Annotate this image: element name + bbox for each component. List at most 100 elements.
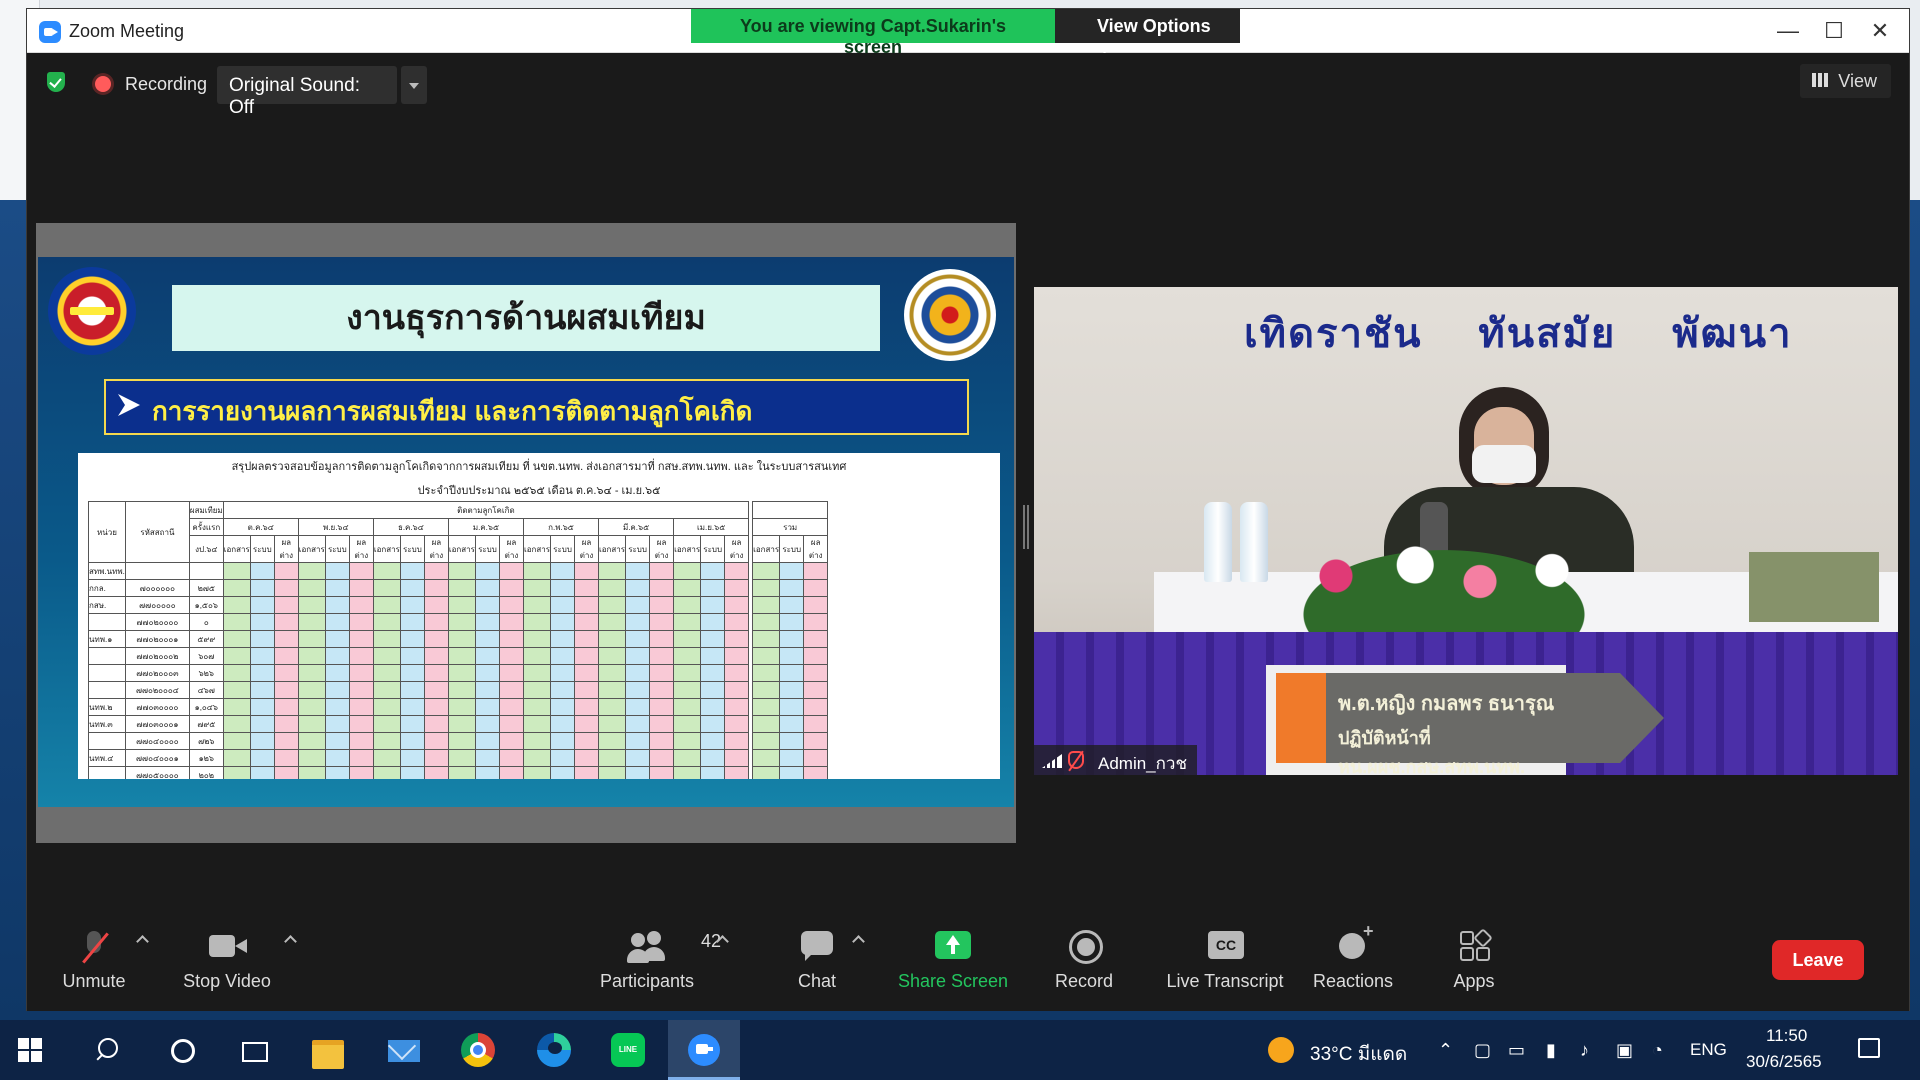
reactions-button[interactable]: Reactions [1303, 921, 1403, 1001]
battery-icon[interactable]: ▭ [1508, 1040, 1525, 1061]
table-cell-diff [803, 579, 829, 597]
record-button[interactable]: Record [1047, 929, 1121, 1001]
table-cell-diff [498, 579, 524, 597]
table-header-cell: ผลต่าง [724, 535, 750, 563]
table-cell-code: ๗๗๐๒๐๐๐๐ [124, 613, 190, 631]
table-cell-doc [522, 732, 552, 750]
chrome-icon[interactable] [458, 1030, 498, 1070]
table-header-cell: ระบบ [550, 535, 576, 563]
participants-button[interactable]: 42 Participants [591, 929, 721, 1001]
volume-icon[interactable]: ♪ [1580, 1040, 1589, 1061]
microphone-tray-icon[interactable]: ▮ [1546, 1040, 1556, 1061]
table-cell-sys [779, 698, 805, 716]
table-cell-sys [779, 749, 805, 767]
weather-text[interactable]: 33°C มีแดด [1310, 1039, 1407, 1069]
cortana-icon[interactable] [162, 1030, 202, 1070]
task-view-icon[interactable] [234, 1030, 274, 1070]
table-cell-doc [447, 562, 476, 580]
table-cell-sys [779, 596, 805, 614]
video-tile[interactable]: เทิดราชัน ทันสมัย พัฒนา พ.ต.หญิง กมลพร ธ… [1034, 287, 1898, 775]
audio-options-caret[interactable] [133, 929, 153, 949]
table-cell-doc [372, 579, 401, 597]
apps-button[interactable]: Apps [1439, 929, 1509, 1001]
minimize-button[interactable]: — [1765, 17, 1811, 45]
table-cell-unit: นทพ.๓ [88, 715, 126, 733]
table-cell-doc [522, 766, 552, 779]
water-bottle [1204, 502, 1232, 582]
table-header-cell: พ.ย.๖๔ [297, 518, 374, 536]
zoom-meeting-window: Zoom Meeting You are viewing Capt.Sukari… [26, 8, 1910, 1011]
live-transcript-button[interactable]: CC Live Transcript [1155, 929, 1295, 1001]
wifi-icon[interactable]: ◔ [1652, 1040, 1663, 1061]
input-language[interactable]: ENG [1690, 1040, 1727, 1060]
table-cell-diff [724, 596, 750, 614]
windows-start-icon[interactable] [18, 1038, 42, 1062]
mail-icon[interactable] [384, 1030, 424, 1070]
table-header-cell: ผลต่าง [649, 535, 675, 563]
record-icon [1064, 929, 1104, 965]
chat-button[interactable]: Chat [787, 929, 847, 1001]
table-cell-sys [700, 630, 726, 648]
zoom-taskbar-icon[interactable] [684, 1030, 724, 1070]
close-button[interactable]: ✕ [1857, 17, 1903, 45]
weather-sun-icon[interactable] [1268, 1037, 1294, 1063]
table-cell-doc [598, 596, 627, 614]
unmute-button[interactable]: Unmute [51, 929, 137, 1001]
table-row: กกล. ๗๐๐๐๐๐๐ ๒๗๕ [88, 579, 829, 597]
display-icon[interactable]: ▣ [1616, 1040, 1633, 1061]
table-cell-doc [522, 715, 552, 733]
table-cell-diff [423, 630, 449, 648]
clock-date[interactable]: 30/6/2565 [1746, 1052, 1822, 1072]
participants-options-caret[interactable] [713, 929, 733, 949]
file-explorer-icon[interactable] [308, 1030, 348, 1070]
table-cell-doc [522, 647, 552, 665]
table-cell-sys [324, 613, 350, 631]
tray-expand-icon[interactable]: ⌃ [1438, 1040, 1453, 1061]
name-sign: พ.ต.หญิง กมลพร ธนารุณ ปฏิบัติหน้าที่ หน.… [1266, 665, 1664, 775]
view-options-button[interactable]: View Options ⌄ [1055, 9, 1240, 57]
participants-icon: 42 [627, 929, 721, 965]
shared-screen[interactable]: งานธุรการด้านผสมเทียม การรายงานผลการผสมเ… [36, 223, 1016, 843]
table-cell-doc [673, 647, 702, 665]
table-cell-diff [498, 613, 524, 631]
table-header-cell: เอกสาร [752, 535, 781, 563]
maximize-button[interactable]: ☐ [1811, 17, 1857, 45]
original-sound-button[interactable]: Original Sound: Off [217, 66, 397, 118]
table-cell-sys [474, 579, 500, 597]
table-cell-diff [273, 664, 299, 682]
meeting-top-strip: Recording Original Sound: Off View [27, 54, 1909, 118]
video-camera-icon [207, 929, 247, 965]
live-transcript-label: Live Transcript [1166, 971, 1284, 991]
search-icon[interactable] [88, 1030, 128, 1070]
table-cell-diff [273, 562, 299, 580]
table-header-cell: ผลต่าง [423, 535, 449, 563]
chat-options-caret[interactable] [849, 929, 869, 949]
table-cell-doc [673, 630, 702, 648]
table-cell-sys [625, 732, 651, 750]
original-sound-dropdown[interactable] [401, 66, 427, 104]
stop-video-button[interactable]: Stop Video [177, 929, 277, 1001]
table-cell-first [188, 562, 224, 580]
recording-label[interactable]: Recording [125, 74, 207, 95]
leave-button[interactable]: Leave [1772, 940, 1864, 980]
table-cell-doc [598, 749, 627, 767]
table-cell-sys [249, 732, 275, 750]
meet-now-icon[interactable]: ▢ [1474, 1040, 1491, 1061]
clock-time[interactable]: 11:50 [1766, 1026, 1807, 1046]
share-screen-button[interactable]: Share Screen [893, 929, 1013, 1001]
table-cell-sys [324, 630, 350, 648]
table-cell-diff [498, 630, 524, 648]
view-button[interactable]: View [1800, 64, 1891, 98]
table-cell-diff [348, 715, 374, 733]
name-sign-arrow [1620, 673, 1664, 763]
table-cell-first: ๖๐๗ [188, 647, 224, 665]
split-divider-handle[interactable] [1023, 505, 1029, 549]
edge-icon[interactable] [534, 1030, 574, 1070]
line-app-icon[interactable] [608, 1030, 648, 1070]
encryption-shield-icon[interactable] [47, 72, 65, 92]
table-cell-first: ๐ [188, 613, 224, 631]
table-cell-diff [724, 749, 750, 767]
table-cell-doc [222, 647, 251, 665]
video-options-caret[interactable] [281, 929, 301, 949]
notification-center-icon[interactable] [1858, 1038, 1880, 1058]
